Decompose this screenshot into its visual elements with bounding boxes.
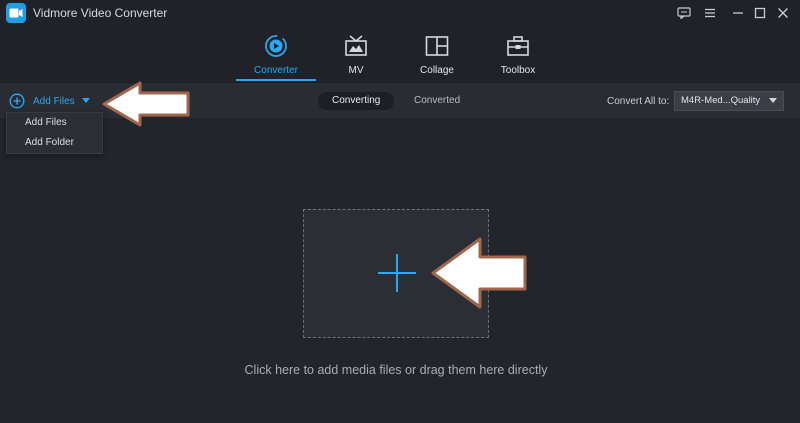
add-circle-icon <box>9 93 25 109</box>
active-tab-indicator <box>236 79 316 81</box>
add-files-label: Add Files <box>33 95 75 107</box>
minimize-icon[interactable] <box>728 3 748 23</box>
output-format-select[interactable]: M4R-Med...Quality <box>674 91 784 111</box>
close-icon[interactable] <box>773 3 793 23</box>
convert-all-label: Convert All to: <box>607 96 670 107</box>
menu-item-add-files[interactable]: Add Files <box>7 113 102 133</box>
app-window: Vidmore Video Converter Converter MV Col… <box>0 0 800 423</box>
tab-collage-label: Collage <box>420 65 454 76</box>
annotation-arrow-dropzone-icon <box>431 237 527 309</box>
add-files-dropdown: Add Files Add Folder <box>6 112 103 154</box>
add-files-button[interactable]: Add Files <box>9 93 90 109</box>
output-format-value: M4R-Med...Quality <box>681 95 761 106</box>
app-title: Vidmore Video Converter <box>33 6 168 20</box>
title-bar: Vidmore Video Converter <box>0 0 800 26</box>
tab-toolbox-label: Toolbox <box>500 65 536 76</box>
tab-converter[interactable]: Converter <box>236 26 316 82</box>
chevron-down-icon <box>769 98 777 103</box>
dropzone-hint: Click here to add media files or drag th… <box>244 363 548 377</box>
tab-collage[interactable]: Collage <box>397 26 477 82</box>
feedback-icon[interactable] <box>674 3 694 23</box>
tab-mv-label: MV <box>348 65 364 76</box>
tab-converting[interactable]: Converting <box>318 92 395 110</box>
converter-icon <box>264 34 288 58</box>
tab-converted[interactable]: Converted <box>400 92 474 110</box>
toolbox-icon <box>506 34 530 58</box>
tab-toolbox[interactable]: Toolbox <box>478 26 558 82</box>
menu-icon[interactable] <box>700 3 720 23</box>
maximize-icon[interactable] <box>750 3 770 23</box>
app-logo-icon <box>6 3 26 23</box>
mv-icon <box>344 34 368 58</box>
annotation-arrow-add-files-icon <box>102 81 190 127</box>
plus-icon-vertical <box>396 254 398 292</box>
menu-item-add-folder[interactable]: Add Folder <box>7 133 102 153</box>
tab-mv[interactable]: MV <box>316 26 396 82</box>
collage-icon <box>425 34 449 58</box>
chevron-down-icon[interactable] <box>81 98 90 104</box>
tab-converter-label: Converter <box>254 65 298 76</box>
main-nav: Converter MV Collage Toolbox <box>0 26 800 82</box>
